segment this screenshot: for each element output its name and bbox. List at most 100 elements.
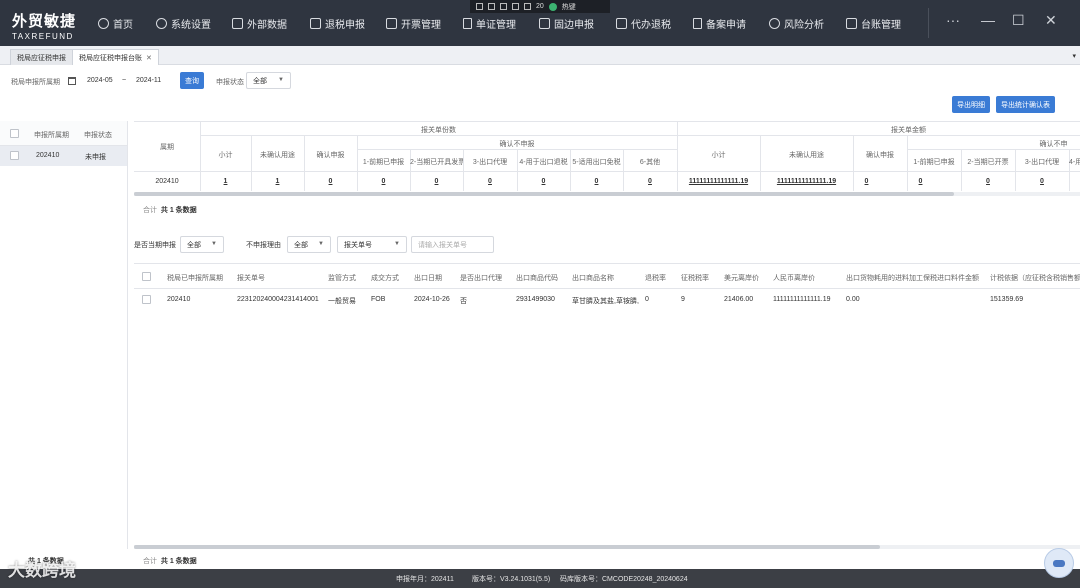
row-amount-confirm[interactable]: 0	[853, 178, 880, 185]
tray-icon-5[interactable]	[524, 3, 531, 10]
nav-home[interactable]: 首页	[98, 16, 133, 31]
nav-document-management[interactable]: 单证管理	[463, 16, 516, 31]
nav-agent-refund[interactable]: 代办退税	[616, 16, 671, 31]
tab-tax-declare-ledger-label: 税局应征税申报台账	[79, 54, 142, 62]
tab-tax-declare-ledger[interactable]: 税局应征税申报台账 ✕	[72, 49, 159, 65]
tray-icon-3[interactable]	[500, 3, 507, 10]
row-checkbox[interactable]	[142, 295, 151, 304]
header-goods-name: 出口商品名称	[572, 275, 614, 282]
calendar-icon[interactable]	[68, 77, 76, 85]
row-detail-1[interactable]: 0	[357, 178, 410, 185]
row-detail-4[interactable]: 0	[517, 178, 570, 185]
cell-deal-mode: FOB	[371, 296, 386, 303]
nav-home-label: 首页	[113, 19, 133, 31]
nav-filing-application[interactable]: 备案申请	[693, 16, 746, 31]
status-select[interactable]: 全部 ▼	[246, 72, 291, 89]
minimize-button[interactable]: —	[981, 12, 995, 28]
horizontal-scrollbar-thumb[interactable]	[134, 192, 954, 196]
status-label: 申报状态	[216, 79, 244, 86]
horizontal-scrollbar-thumb[interactable]	[134, 545, 880, 549]
header-usd-fob: 美元离岸价	[724, 275, 759, 282]
row-detail-6[interactable]: 0	[623, 178, 677, 185]
row-detail-5[interactable]: 0	[570, 178, 623, 185]
row-amount-detail-1[interactable]: 0	[907, 178, 934, 185]
nav-external-data[interactable]: 外部数据	[232, 16, 287, 31]
header-period: 申报所属期	[34, 132, 69, 139]
nav-invoice-management-label: 开票管理	[401, 19, 441, 31]
header-declared-period: 税局已申报所属期	[167, 275, 223, 282]
period-end[interactable]: 2024-11	[136, 77, 161, 84]
nav-ledger-management[interactable]: 台账管理	[846, 16, 901, 31]
tab-tax-declare[interactable]: 税局应征税申报	[10, 49, 73, 65]
declaration-number-search-input[interactable]: 请输入报关单号	[411, 236, 494, 253]
maximize-button[interactable]: ☐	[1012, 12, 1025, 29]
row-amount-detail-3[interactable]: 0	[1015, 178, 1069, 185]
tab-list-dropdown-icon[interactable]: ▾	[1072, 52, 1076, 60]
query-button[interactable]: 查询	[180, 72, 204, 89]
search-field-select[interactable]: 报关单号 ▼	[337, 236, 407, 253]
current-declare-select[interactable]: 全部 ▼	[180, 236, 224, 253]
search-field-value: 报关单号	[344, 241, 372, 249]
status-db-version: 码库版本号：CMCODE20248_20240624	[560, 576, 688, 583]
period-start[interactable]: 2024-05	[87, 77, 113, 84]
select-all-checkbox[interactable]	[142, 272, 151, 281]
chevron-down-icon: ▼	[211, 241, 217, 247]
left-table-row[interactable]: 202410 未申报	[0, 146, 127, 166]
tray-count: 20	[536, 3, 544, 10]
cell-goods-name: 草甘膦及其盐,草铵膦,	[572, 298, 639, 305]
detail-table: 税局已申报所属期 报关单号 监管方式 成交方式 出口日期 是否出口代理 出口商品…	[134, 263, 1080, 549]
tray-icon-1[interactable]	[476, 3, 483, 10]
select-all-checkbox[interactable]	[10, 129, 19, 138]
header-detail-5: 5-适用出口免税	[572, 159, 621, 166]
export-stats-button[interactable]: 导出统计确认表	[996, 96, 1055, 113]
cell-declared-period: 202410	[167, 296, 191, 303]
row-count-unconfirmed-link[interactable]: 1	[251, 178, 304, 185]
not-declare-reason-select[interactable]: 全部 ▼	[287, 236, 331, 253]
nav-border-declare[interactable]: 固边申报	[539, 16, 594, 31]
tray-icon-2[interactable]	[488, 3, 495, 10]
export-detail-button[interactable]: 导出明细	[952, 96, 990, 113]
row-amount-detail-2[interactable]: 0	[961, 178, 1015, 185]
declare-icon	[310, 17, 321, 29]
grid-line	[134, 171, 1080, 172]
header-declaration-no: 报关单号	[237, 275, 265, 282]
header-count-group: 报关单份数	[421, 127, 456, 134]
nav-risk-analysis-label: 风险分析	[784, 19, 824, 31]
nav-border-declare-label: 固边申报	[554, 19, 594, 31]
header-detail-6: 6-其他	[639, 159, 661, 166]
cell-goods-code: 2931499030	[516, 296, 555, 303]
cell-bonded-material: 0.00	[846, 296, 860, 303]
nav-invoice-management[interactable]: 开票管理	[386, 16, 441, 31]
row-amount-subtotal-link[interactable]: 11111111111111.19	[677, 178, 760, 185]
upper-total-label: 合计	[143, 207, 157, 214]
status-select-value: 全部	[253, 77, 267, 85]
nav-risk-analysis[interactable]: 风险分析	[769, 16, 824, 31]
nav-system-settings[interactable]: 系统设置	[156, 16, 211, 31]
header-count-confirm: 确认申报	[316, 152, 345, 159]
tray-icon-4[interactable]	[512, 3, 519, 10]
row-count-subtotal-link[interactable]: 1	[200, 178, 251, 185]
header-amount-confirm-not: 确认不申	[1039, 141, 1068, 148]
row-count-confirm[interactable]: 0	[304, 178, 357, 185]
row-amount-unconfirmed-link[interactable]: 11111111111111.19	[760, 178, 853, 185]
header-refund-rate: 退税率	[645, 275, 666, 282]
row-detail-3[interactable]: 0	[463, 178, 517, 185]
header-detail-1: 1-前期已申报	[362, 159, 405, 166]
row-period: 202410	[36, 152, 60, 159]
period-label: 税局申报所属期	[11, 79, 60, 86]
system-tray: 20 热键	[470, 0, 610, 13]
app-logo: 外贸敏捷 TAXREFUND	[12, 10, 76, 41]
nav-tax-refund-declare[interactable]: 退税申报	[310, 16, 365, 31]
close-tab-icon[interactable]: ✕	[146, 54, 152, 62]
header-tax-rate: 征税税率	[681, 275, 709, 282]
nav-system-settings-label: 系统设置	[171, 19, 211, 31]
mail-icon	[539, 17, 550, 29]
more-options-button[interactable]: ···	[946, 12, 960, 28]
close-button[interactable]: ✕	[1045, 12, 1057, 29]
nav-agent-refund-label: 代办退税	[631, 19, 671, 31]
assistant-bot-icon[interactable]	[1044, 548, 1074, 578]
header-deal-mode: 成交方式	[371, 275, 399, 282]
row-checkbox[interactable]	[10, 151, 19, 160]
status-period: 申报年月：202411	[396, 576, 454, 583]
row-detail-2[interactable]: 0	[410, 178, 463, 185]
